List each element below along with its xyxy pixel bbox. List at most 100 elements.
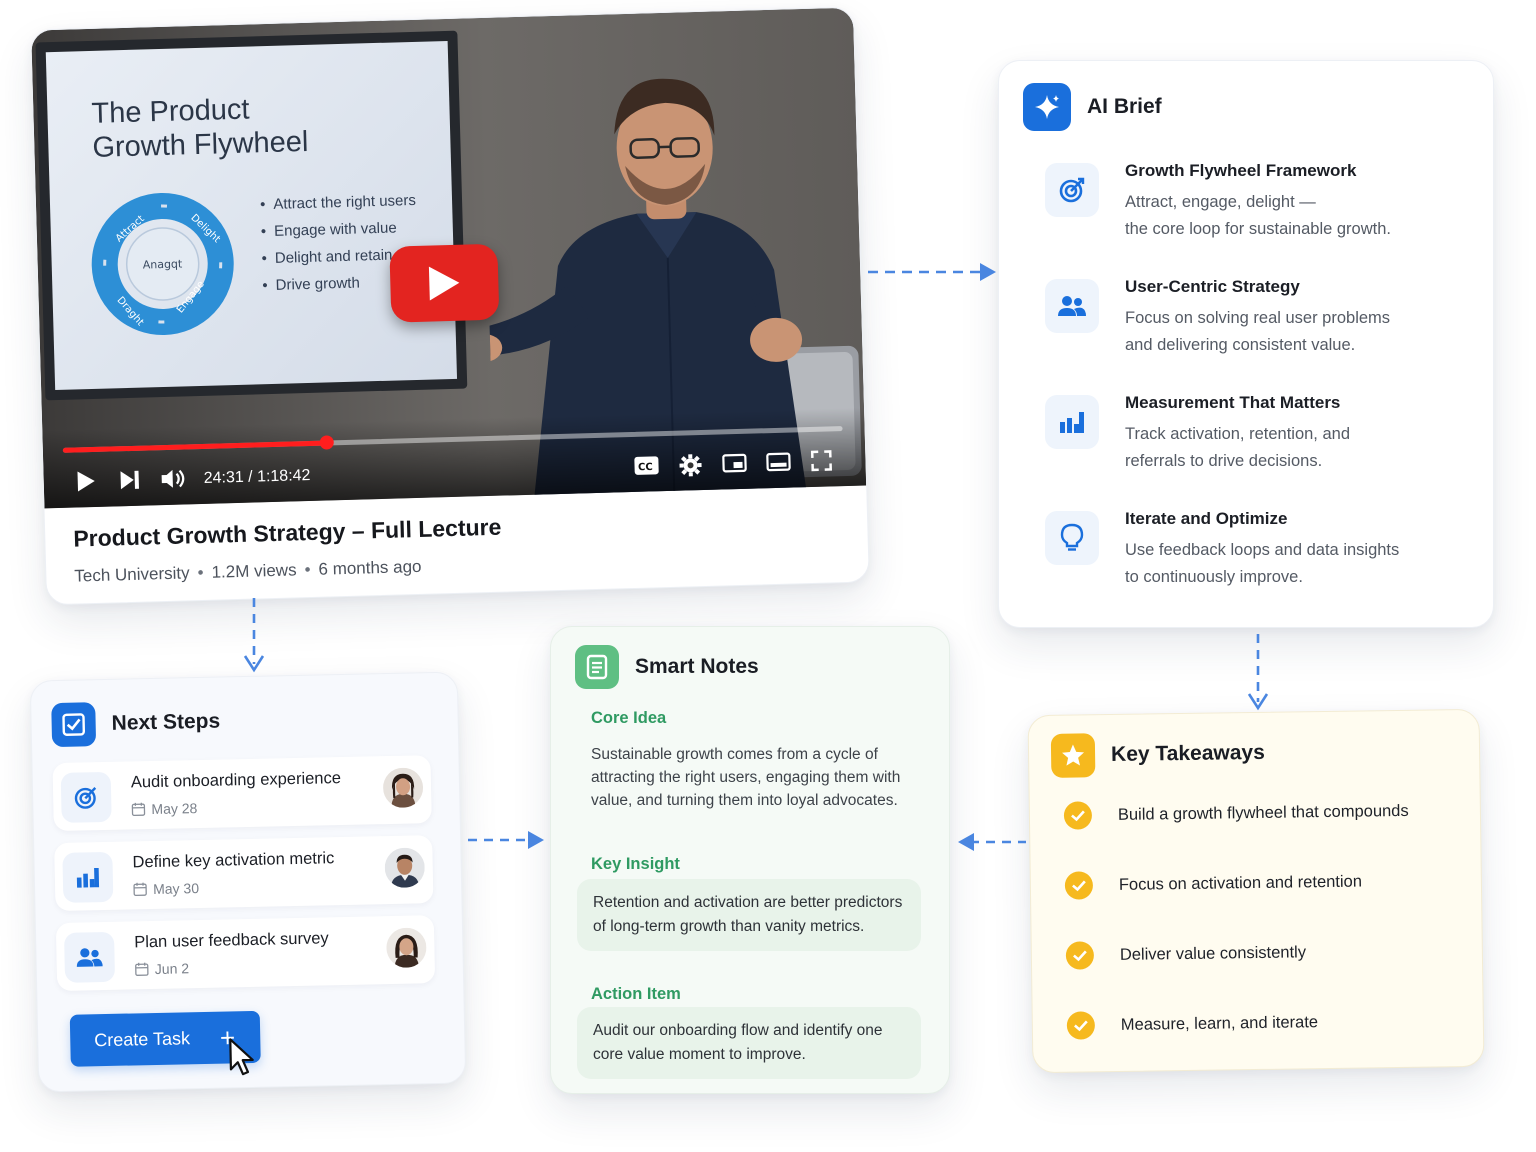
assignee-avatar[interactable] [384,847,426,889]
task-due-date: May 28 [131,800,198,817]
calendar-icon [131,802,146,817]
brief-item-title: Iterate and Optimize [1125,509,1288,528]
key-insight-box: Retention and activation are better pred… [577,879,921,951]
svg-text:CC: CC [638,462,653,473]
calendar-icon [135,962,149,976]
play-button[interactable] [73,469,98,494]
view-count: 1.2M views [211,560,297,582]
task-label: Audit onboarding experience [130,769,342,792]
task-item[interactable]: Define key activation metric May 30 [54,835,434,912]
users-icon [64,931,116,983]
progress-scrubber[interactable] [319,435,334,450]
sparkle-icon [1023,83,1071,131]
brief-item-title: Measurement That Matters [1125,393,1341,412]
next-steps-card: Next Steps Audit onboarding experience M… [29,671,467,1093]
volume-button[interactable] [159,466,188,491]
star-icon [1050,733,1096,778]
brief-item-desc: Track activation, retention, and referra… [1125,425,1351,470]
lightbulb-icon [1045,511,1099,565]
target-icon [60,771,112,823]
users-icon [1045,279,1099,333]
brief-item-title: User-Centric Strategy [1125,277,1300,296]
miniplayer-button[interactable] [721,451,748,476]
connector-arrow-down [243,598,265,673]
key-insight-heading: Key Insight [591,855,680,873]
calendar-icon [133,882,147,897]
assignee-avatar[interactable] [385,927,427,969]
check-circle-icon [1066,1011,1096,1040]
brief-item-desc: Focus on solving real user problems and … [1125,309,1391,354]
video-card: The Product Growth Flywheel Attract Anag… [30,6,870,606]
connector-arrow-left [958,833,1026,851]
progress-bar[interactable] [62,426,843,453]
video-player[interactable]: The Product Growth Flywheel Attract Anag… [31,7,867,509]
ai-brief-title: AI Brief [1087,95,1162,118]
bar-chart-icon [62,851,114,903]
target-icon [1045,163,1099,217]
task-item[interactable]: Plan user feedback survey Jun 2 [55,915,436,992]
play-overlay-button[interactable] [389,243,500,323]
progress-fill [62,440,327,453]
task-label: Plan user feedback survey [134,929,329,952]
captions-icon: CC [634,456,659,475]
connector-arrow-right [868,263,996,281]
assignee-avatar[interactable] [382,767,424,809]
separator-dot: • [197,562,204,583]
brief-item-title: Growth Flywheel Framework [1125,161,1357,180]
task-item[interactable]: Audit onboarding experience May 28 [52,755,432,832]
core-idea-text: Sustainable growth comes from a cycle of… [591,746,901,809]
volume-icon [161,469,185,488]
fullscreen-icon [810,450,832,472]
smart-notes-header: Smart Notes [575,645,759,689]
slide-title: The Product Growth Flywheel [91,93,309,164]
check-circle-icon [1065,941,1095,970]
connector-arrow-down [1247,634,1269,711]
connector-arrow-right [468,831,544,849]
check-circle-icon [1063,801,1093,830]
takeaway-item: Measure, learn, and iterate [1066,1008,1319,1040]
ai-brief-card: AI Brief Growth Flywheel Framework Attra… [998,60,1494,628]
task-label: Define key activation metric [132,849,335,872]
checkbox-icon [51,702,97,748]
brief-item-desc: Use feedback loops and data insights to … [1125,541,1400,586]
next-button[interactable] [117,468,142,493]
settings-button[interactable] [677,452,704,479]
core-idea-heading: Core Idea [591,709,667,727]
ai-brief-header: AI Brief [1023,83,1162,131]
video-meta: Product Growth Strategy – Full Lecture T… [73,514,503,587]
presentation-screen: The Product Growth Flywheel Attract Anag… [35,30,468,401]
upload-age: 6 months ago [318,556,422,579]
video-subtitle: Tech University • 1.2M views • 6 months … [74,555,503,587]
channel-name[interactable]: Tech University [74,563,190,586]
next-steps-header: Next Steps [51,700,220,748]
takeaway-item: Focus on activation and retention [1064,868,1362,900]
task-due-date: May 30 [133,880,199,897]
separator-dot: • [304,560,311,580]
theater-button[interactable] [765,450,792,475]
notes-icon [575,645,619,689]
flywheel-label-center: Anagqt [143,257,184,271]
theater-icon [766,452,791,472]
video-title[interactable]: Product Growth Strategy – Full Lecture [73,514,502,553]
next-icon [120,470,139,490]
takeaway-item: Deliver value consistently [1065,938,1307,970]
takeaway-item: Build a growth flywheel that compounds [1063,797,1409,830]
captions-button[interactable]: CC [633,453,660,478]
next-steps-title: Next Steps [111,709,221,735]
play-icon [428,266,460,301]
settings-icon [679,454,702,477]
smart-notes-title: Smart Notes [635,655,759,678]
brief-item-desc: Attract, engage, delight — the core loop… [1125,193,1391,238]
play-icon [77,471,95,492]
key-takeaways-title: Key Takeaways [1110,740,1265,767]
key-takeaways-header: Key Takeaways [1050,731,1265,778]
create-task-label: Create Task [94,1027,191,1050]
flywheel-diagram: Attract Anagqt Draght Engage Delight [91,193,234,336]
bar-chart-icon [1045,395,1099,449]
fullscreen-button[interactable] [809,448,834,473]
miniplayer-icon [722,453,747,473]
smart-notes-card: Smart Notes Core Idea Sustainable growth… [550,626,950,1094]
time-display: 24:31 / 1:18:42 [203,466,311,487]
task-due-date: Jun 2 [135,960,189,977]
action-item-box: Audit our onboarding flow and identify o… [577,1007,921,1079]
